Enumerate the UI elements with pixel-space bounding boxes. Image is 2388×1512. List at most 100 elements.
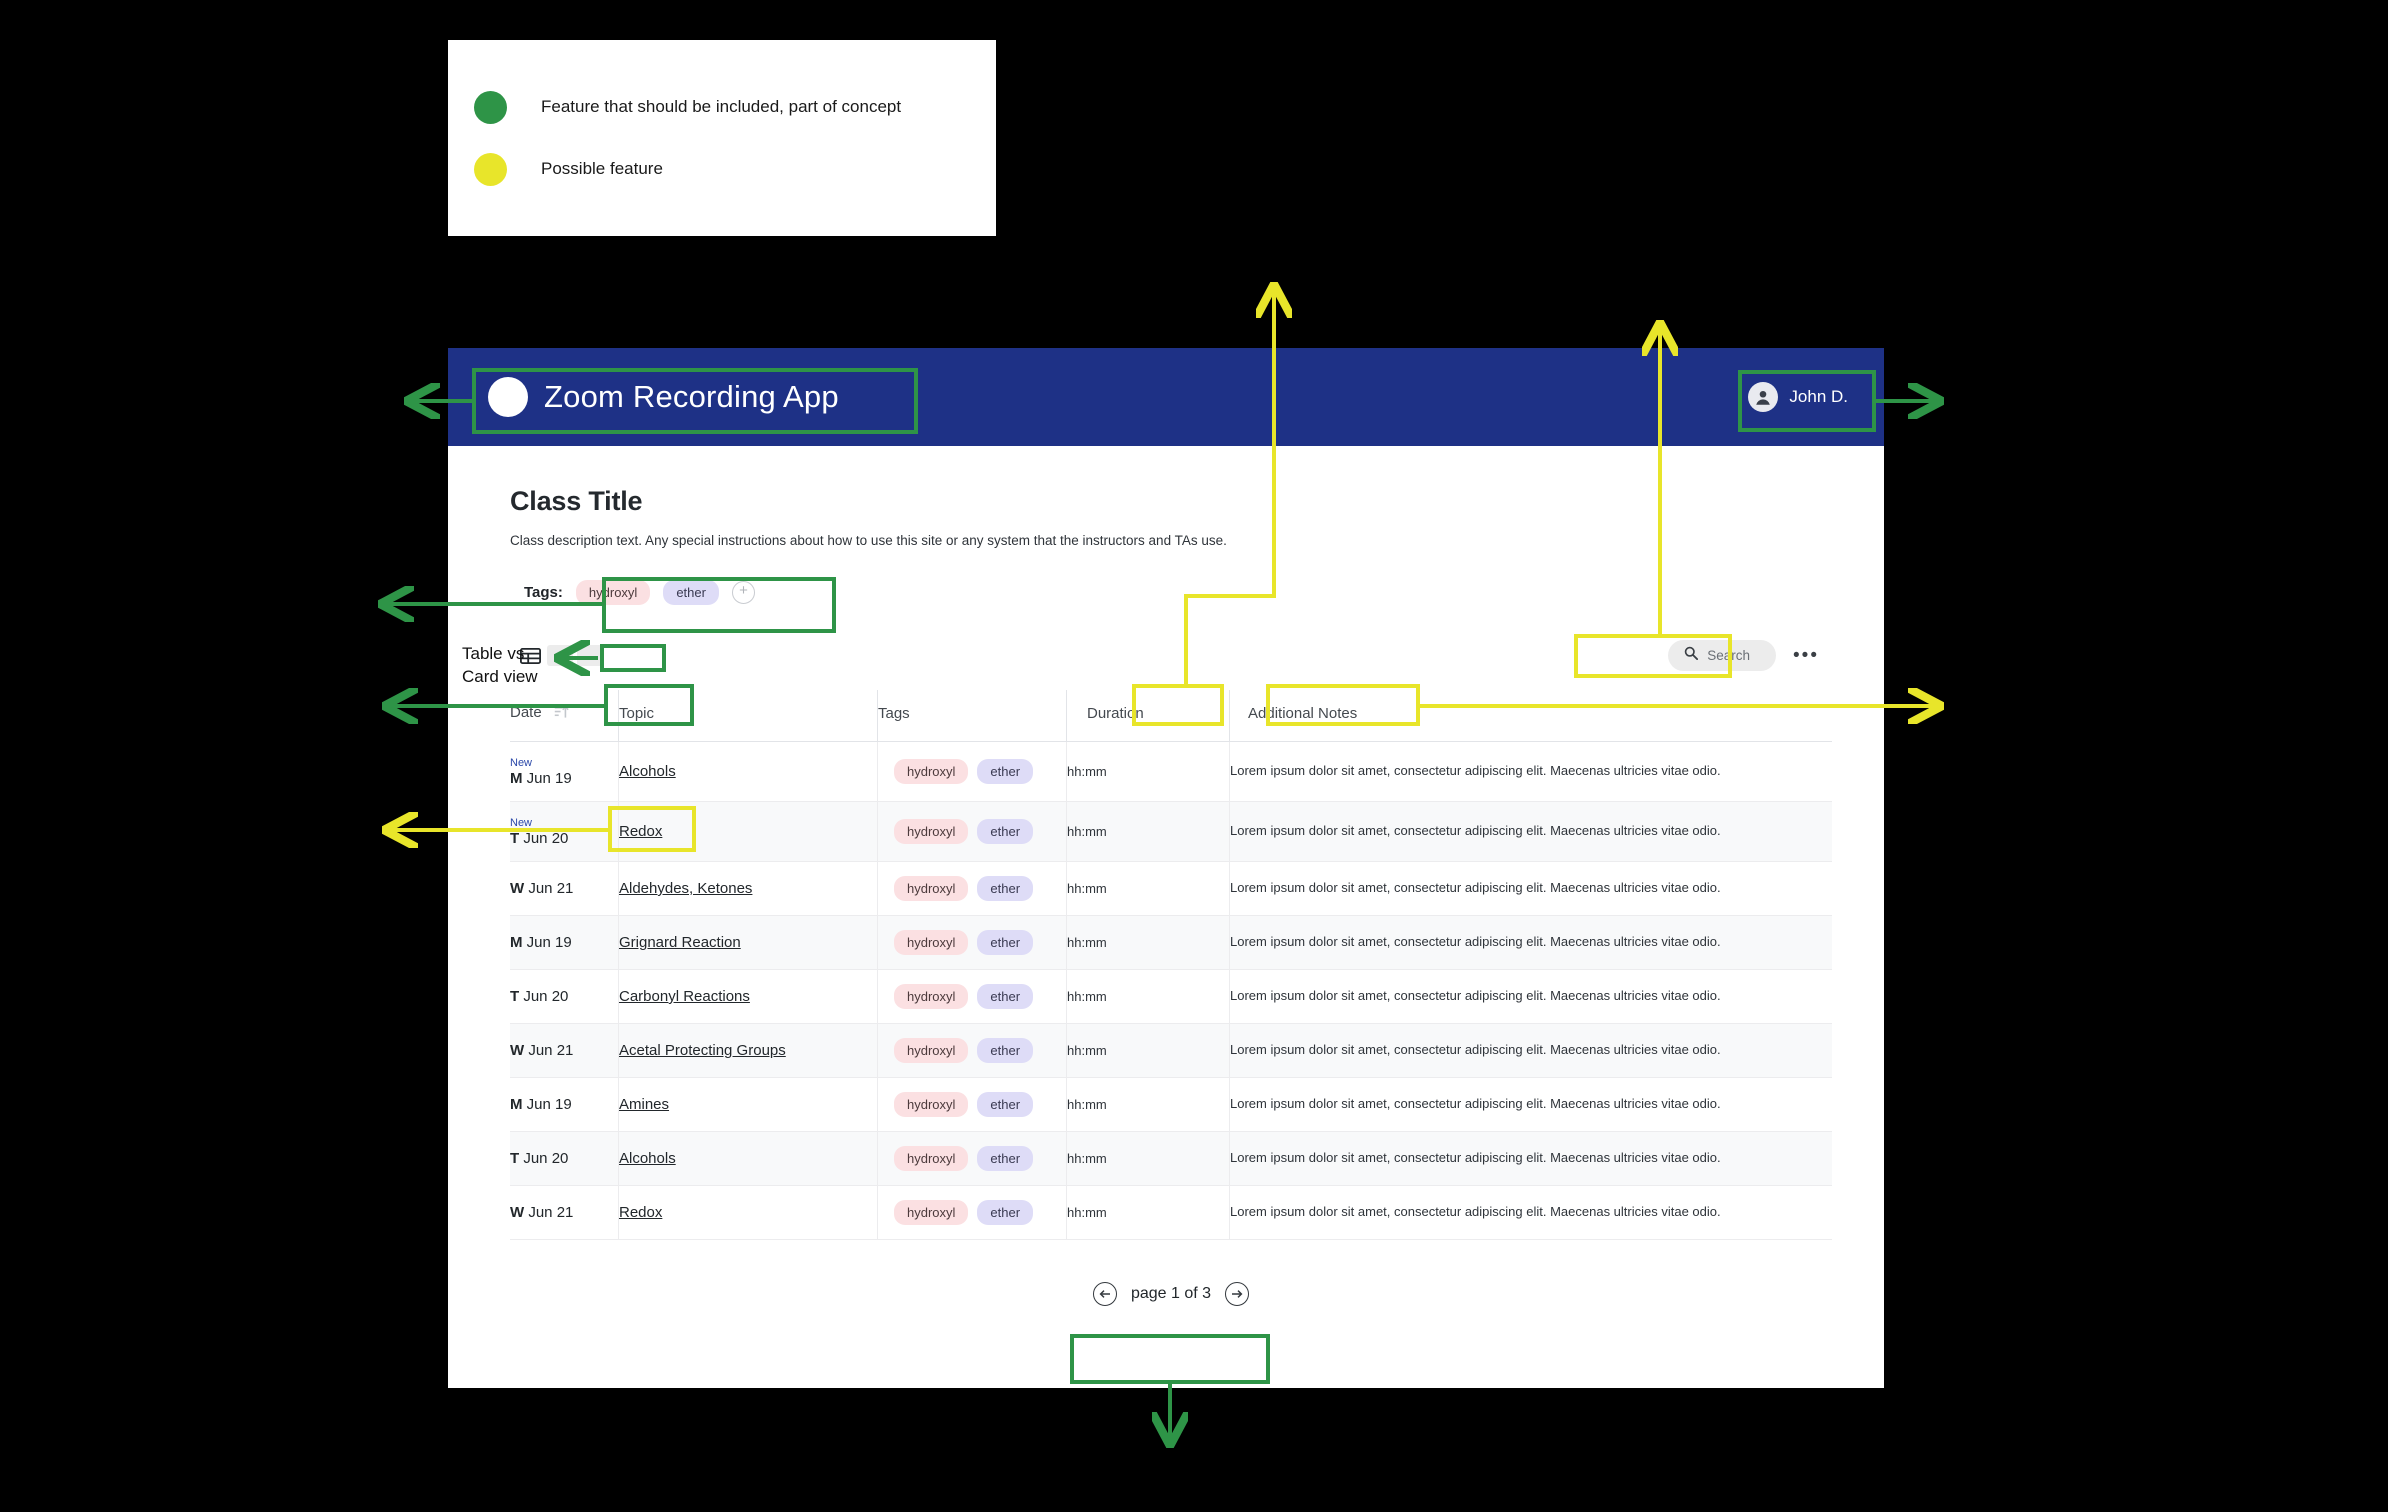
tag-chip-ether[interactable]: ether (663, 580, 719, 605)
search-cluster: Search ••• (1655, 631, 1832, 680)
topic-link[interactable]: Acetal Protecting Groups (619, 1042, 786, 1059)
date-day-number: Jun 21 (524, 1204, 574, 1221)
topic-link[interactable]: Carbonyl Reactions (619, 988, 750, 1005)
date-day-number: Jun 19 (522, 1096, 572, 1113)
date-value: T Jun 20 (510, 1150, 618, 1167)
topic-link[interactable]: Redox (619, 1204, 662, 1221)
tag-chip-hydroxyl[interactable]: hydroxyl (894, 930, 969, 955)
tag-chip-ether[interactable]: ether (977, 984, 1034, 1009)
tag-list: hydroxyl ether (878, 984, 1066, 1009)
search-icon (1684, 646, 1699, 665)
legend-item-label: Feature that should be included, part of… (541, 97, 902, 116)
cell-additional-notes: Lorem ipsum dolor sit amet, consectetur … (1229, 969, 1832, 1024)
cell-duration: hh:mm (1066, 801, 1230, 862)
topic-link[interactable]: Alcohols (619, 1150, 676, 1167)
topic-link[interactable]: Aldehydes, Ketones (619, 880, 752, 897)
date-day-letter: T (510, 988, 520, 1005)
table-toolbar: Search ••• (510, 631, 1832, 680)
tag-chip-ether[interactable]: ether (977, 1092, 1034, 1117)
cell-date: T Jun 20 (510, 1131, 619, 1186)
recordings-table: Date Topic Tags Duration Additional Note… (510, 690, 1832, 1240)
cell-additional-notes: Lorem ipsum dolor sit amet, consectetur … (1229, 801, 1832, 862)
tag-chip-ether[interactable]: ether (977, 1038, 1034, 1063)
topic-link[interactable]: Amines (619, 1096, 669, 1113)
date-value: W Jun 21 (510, 1042, 618, 1059)
date-day-letter: T (510, 1150, 520, 1167)
date-day-letter: T (510, 830, 520, 847)
date-day-number: Jun 21 (524, 1042, 574, 1059)
cell-additional-notes: Lorem ipsum dolor sit amet, consectetur … (1229, 741, 1832, 802)
date-day-number: Jun 20 (519, 1150, 569, 1167)
plus-icon[interactable]: + (731, 581, 755, 604)
tag-chip-ether[interactable]: ether (977, 1200, 1034, 1225)
tag-chip-hydroxyl[interactable]: hydroxyl (894, 876, 969, 901)
tag-chip-ether[interactable]: ether (977, 819, 1034, 844)
column-header-date[interactable]: Date (510, 690, 619, 742)
status-badge-new: New (510, 757, 533, 769)
table-row[interactable]: T Jun 20 Alcohols hydroxyl ether hh:mm Lorem … (510, 1131, 1832, 1186)
date-day-number: Jun 20 (519, 830, 569, 847)
column-header-duration[interactable]: Duration (1066, 690, 1230, 742)
tag-chip-hydroxyl[interactable]: hydroxyl (575, 580, 651, 605)
table-row[interactable]: New M Jun 19 Alcohols hydroxyl ether hh:mm Lor… (510, 741, 1832, 802)
card-view-icon-secondary[interactable] (577, 645, 603, 666)
topic-link[interactable]: Alcohols (619, 763, 676, 780)
table-row[interactable]: T Jun 20 Carbonyl Reactions hydroxyl ether h… (510, 969, 1832, 1024)
table-row[interactable]: W Jun 21 Acetal Protecting Groups hydroxyl… (510, 1023, 1832, 1078)
card-view-icon[interactable] (547, 645, 573, 666)
arrow-left-circle-icon[interactable] (1092, 1282, 1117, 1306)
tag-list: hydroxyl ether (878, 1038, 1066, 1063)
table-body: New M Jun 19 Alcohols hydroxyl ether hh:mm Lor… (510, 741, 1832, 1240)
page-title: Class Title (510, 486, 643, 516)
date-value: M Jun 19 (510, 1096, 618, 1113)
date-value: T Jun 20 (510, 830, 618, 847)
tag-chip-hydroxyl[interactable]: hydroxyl (894, 984, 969, 1009)
status-badge-new: New (510, 817, 533, 829)
tag-chip-ether[interactable]: ether (977, 930, 1034, 955)
table-row[interactable]: W Jun 21 Aldehydes, Ketones hydroxyl ether h… (510, 861, 1832, 916)
tag-chip-hydroxyl[interactable]: hydroxyl (894, 819, 969, 844)
search-input[interactable]: Search (1668, 640, 1777, 671)
tag-chip-hydroxyl[interactable]: hydroxyl (894, 1092, 969, 1117)
tag-chip-ether[interactable]: ether (977, 876, 1034, 901)
cell-tags: hydroxyl ether (877, 741, 1067, 802)
date-value: M Jun 19 (510, 770, 618, 787)
table-row[interactable]: M Jun 19 Amines hydroxyl ether hh:mm Lorem ip… (510, 1077, 1832, 1132)
cell-duration: hh:mm (1066, 969, 1230, 1024)
table-header: Date Topic Tags Duration Additional Note… (510, 690, 1832, 742)
cell-date: W Jun 21 (510, 1185, 619, 1240)
tag-list: hydroxyl ether (878, 876, 1066, 901)
tag-list: hydroxyl ether (878, 759, 1066, 784)
arrow-right-circle-icon[interactable] (1225, 1282, 1250, 1306)
tag-list: hydroxyl ether (878, 819, 1066, 844)
tag-chip-hydroxyl[interactable]: hydroxyl (894, 1146, 969, 1171)
date-day-letter: W (510, 1042, 525, 1059)
topic-link[interactable]: Grignard Reaction (619, 934, 741, 951)
table-row[interactable]: New T Jun 20 Redox hydroxyl ether hh:mm Lorem … (510, 801, 1832, 862)
cell-topic: Aldehydes, Ketones (618, 861, 878, 916)
app-brand[interactable]: Zoom Recording App (474, 369, 853, 425)
pagination: page 1 of 3 (1076, 1272, 1266, 1316)
page-description: Class description text. Any special inst… (510, 533, 1227, 548)
tag-chip-hydroxyl[interactable]: hydroxyl (894, 759, 969, 784)
tag-chip-ether[interactable]: ether (977, 1146, 1034, 1171)
cell-duration: hh:mm (1066, 1023, 1230, 1078)
table-row[interactable]: M Jun 19 Grignard Reaction hydroxyl ether hh… (510, 915, 1832, 970)
cell-date: M Jun 19 (510, 1077, 619, 1132)
table-row[interactable]: W Jun 21 Redox hydroxyl ether hh:mm Lorem ips… (510, 1185, 1832, 1240)
sort-ascending-icon[interactable] (554, 705, 569, 723)
column-header-topic[interactable]: Topic (618, 690, 878, 742)
cell-duration: hh:mm (1066, 915, 1230, 970)
column-header-additional-notes[interactable]: Additional Notes (1229, 690, 1832, 742)
cell-duration: hh:mm (1066, 1131, 1230, 1186)
topic-link[interactable]: Redox (619, 823, 662, 840)
cell-additional-notes: Lorem ipsum dolor sit amet, consectetur … (1229, 915, 1832, 970)
column-header-tags[interactable]: Tags (877, 690, 1067, 742)
user-menu[interactable]: John D. (1738, 373, 1864, 421)
tag-chip-hydroxyl[interactable]: hydroxyl (894, 1200, 969, 1225)
tag-chip-ether[interactable]: ether (977, 759, 1034, 784)
date-day-number: Jun 19 (522, 934, 572, 951)
cell-topic: Amines (618, 1077, 878, 1132)
tag-chip-hydroxyl[interactable]: hydroxyl (894, 1038, 969, 1063)
kebab-menu-icon[interactable]: ••• (1793, 646, 1819, 665)
